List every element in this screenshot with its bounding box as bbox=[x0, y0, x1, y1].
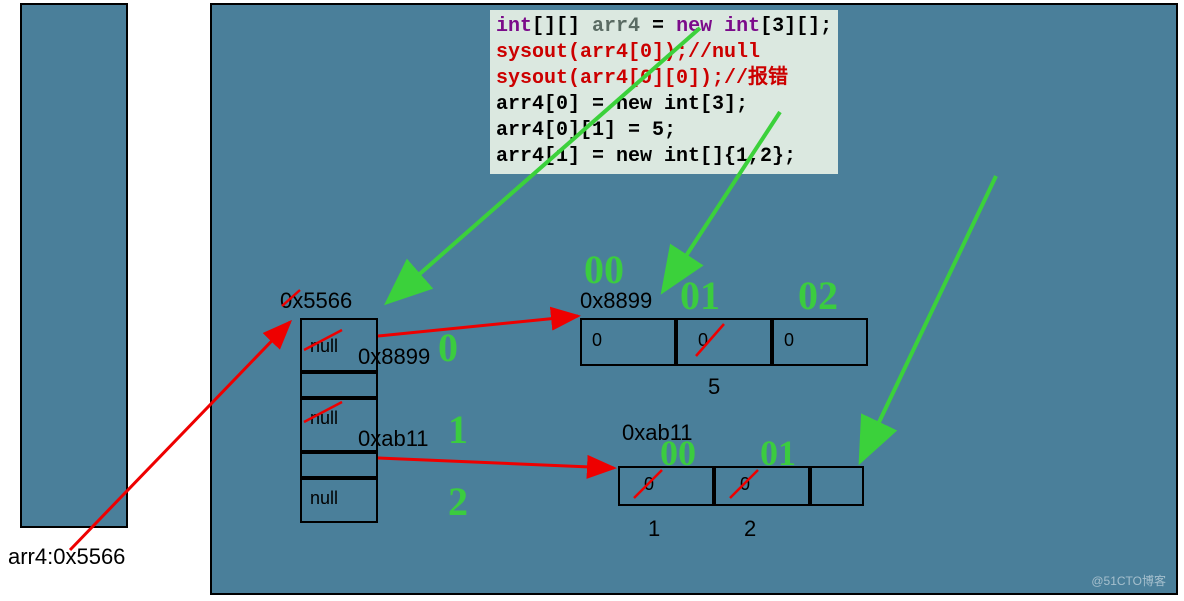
sub1-cell-extra bbox=[810, 466, 864, 506]
code-line-6: arr4[1] = new int[]{1,2}; bbox=[496, 144, 832, 170]
hand-sub1-00: 00 bbox=[660, 432, 696, 474]
watermark: @51CTO博客 bbox=[1091, 572, 1166, 589]
kw-new: new int bbox=[676, 15, 760, 38]
hand-sub1-01: 01 bbox=[760, 432, 796, 474]
hand-sub0-02: 02 bbox=[798, 272, 838, 319]
kw-rest: [3][]; bbox=[760, 15, 832, 38]
arr-cell-gap1 bbox=[300, 372, 378, 398]
sub1-c0: 0 bbox=[644, 474, 654, 495]
kw-arr: arr4 bbox=[580, 15, 652, 38]
kw-brackets: [][] bbox=[532, 15, 580, 38]
cell1-new: 0xab11 bbox=[358, 426, 429, 452]
sub0-cell-1 bbox=[676, 318, 772, 366]
sub1-c1: 0 bbox=[740, 474, 750, 495]
code-line-5: arr4[0][1] = 5; bbox=[496, 118, 832, 144]
sub0-c0: 0 bbox=[592, 330, 602, 351]
code-line-4: arr4[0] = new int[3]; bbox=[496, 92, 832, 118]
cell0-new: 0x8899 bbox=[358, 344, 430, 370]
code-line-1: int[][] arr4 = new int[3][]; bbox=[496, 14, 832, 40]
hand-sub0-01: 01 bbox=[680, 272, 720, 319]
hand-arr-0: 0 bbox=[438, 324, 458, 371]
sub1-below0: 1 bbox=[648, 516, 660, 542]
code-box: int[][] arr4 = new int[3][]; sysout(arr4… bbox=[490, 10, 838, 174]
cell1-null: null bbox=[310, 408, 338, 429]
stack-label: arr4:0x5566 bbox=[8, 544, 125, 570]
addr-arr: 0x5566 bbox=[280, 288, 352, 314]
code-line-3: sysout(arr4[0][0]);//报错 bbox=[496, 66, 832, 92]
sub0-c2: 0 bbox=[784, 330, 794, 351]
kw-int: int bbox=[496, 15, 532, 38]
hand-sub0-00: 00 bbox=[584, 246, 624, 293]
sub0-below1: 5 bbox=[708, 374, 720, 400]
arr-cell-gap2 bbox=[300, 452, 378, 478]
stack-panel bbox=[20, 3, 128, 528]
sub1-below1: 2 bbox=[744, 516, 756, 542]
cell0-null: null bbox=[310, 336, 338, 357]
cell2-null: null bbox=[310, 488, 338, 509]
hand-arr-1: 1 bbox=[448, 406, 468, 453]
sub0-c1: 0 bbox=[698, 330, 708, 351]
kw-eq: = bbox=[652, 15, 676, 38]
hand-arr-2: 2 bbox=[448, 478, 468, 525]
code-line-2: sysout(arr4[0]);//null bbox=[496, 40, 832, 66]
